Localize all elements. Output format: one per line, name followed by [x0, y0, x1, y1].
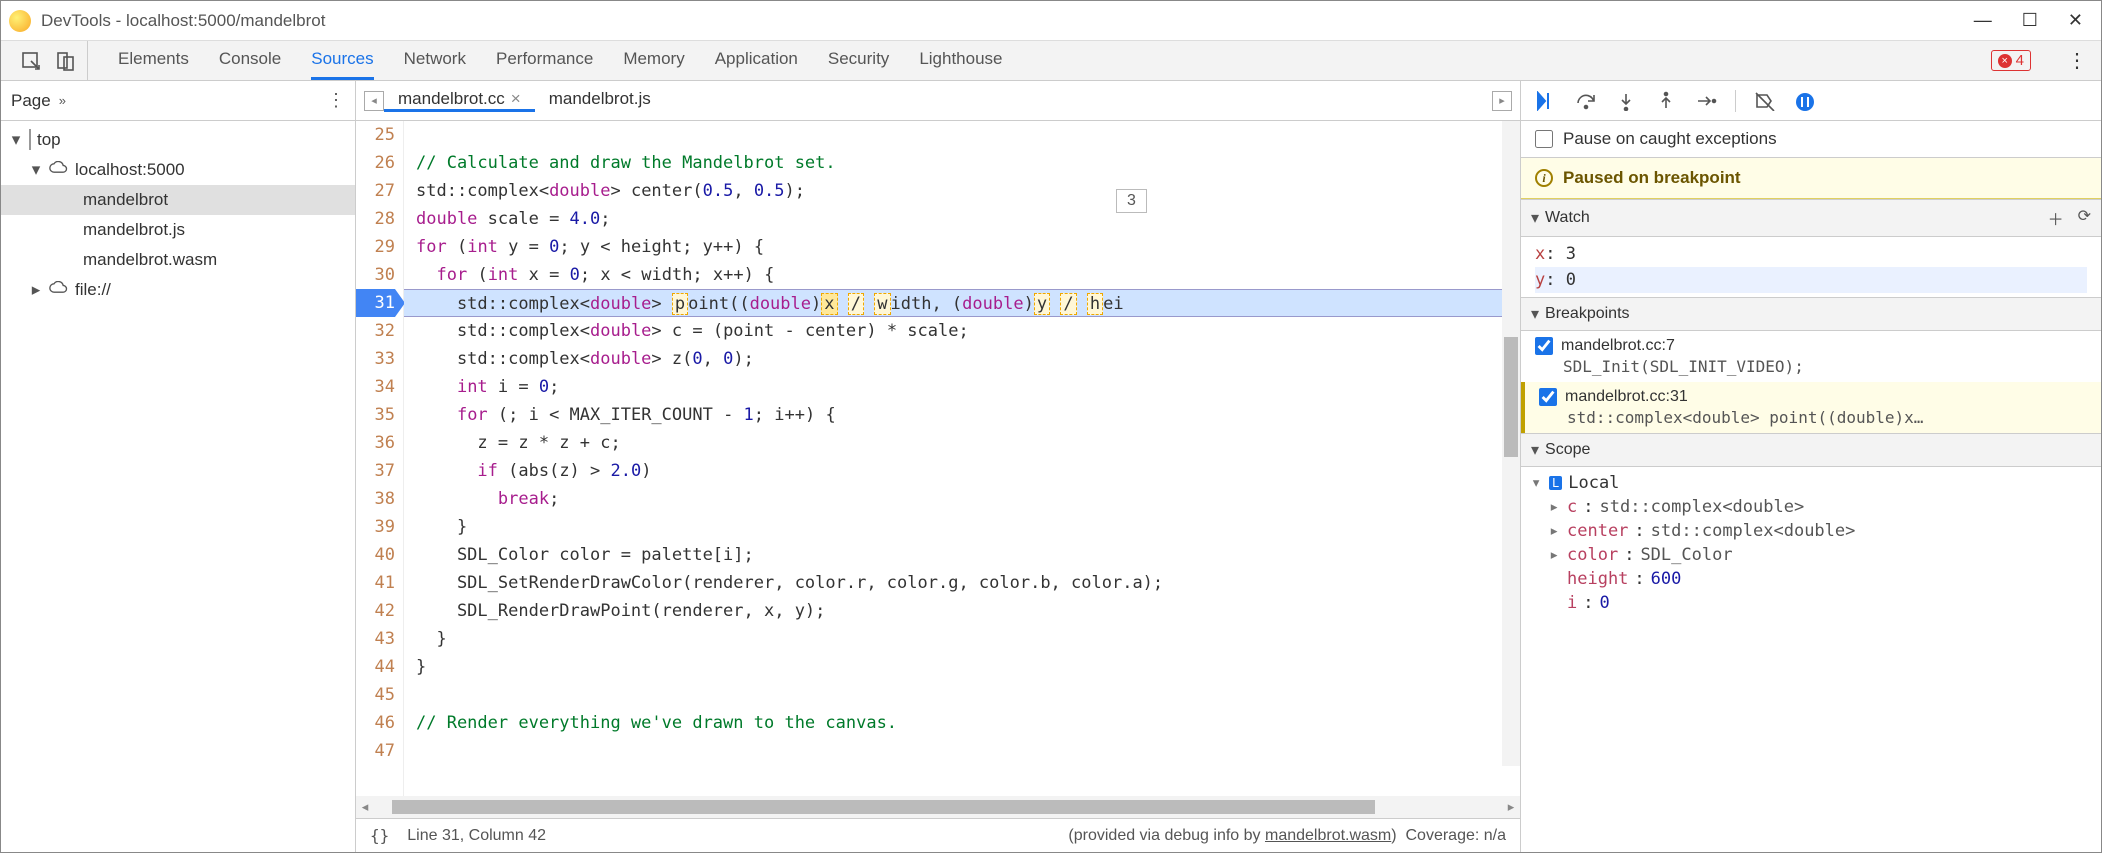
nav-back-icon[interactable]: ◂ [364, 91, 384, 111]
tab-elements[interactable]: Elements [118, 41, 189, 80]
close-window-button[interactable]: ✕ [2068, 10, 2083, 31]
watch-section[interactable]: ▾Watch ＋ ⟳ [1521, 199, 2101, 237]
info-icon: i [1535, 169, 1553, 187]
paused-banner: i Paused on breakpoint [1521, 158, 2101, 199]
scope-var[interactable]: ▸center: std::complex<double> [1531, 519, 2091, 543]
scope-var[interactable]: ▸c: std::complex<double> [1531, 495, 2091, 519]
watch-row[interactable]: y: 0 [1535, 267, 2087, 293]
step-icon[interactable] [1695, 91, 1717, 111]
pause-icon[interactable] [1794, 91, 1816, 111]
scope-section[interactable]: ▾Scope [1521, 433, 2101, 467]
scope-var[interactable]: i: 0 [1531, 591, 2091, 615]
maximize-button[interactable]: ☐ [2022, 10, 2038, 31]
scope-var[interactable]: ▸color: SDL_Color [1531, 543, 2091, 567]
scope-var[interactable]: height: 600 [1531, 567, 2091, 591]
cursor-position: Line 31, Column 42 [407, 827, 546, 845]
tree-origin[interactable]: ▾ localhost:5000 [1, 155, 355, 185]
tab-performance[interactable]: Performance [496, 41, 593, 80]
main-toolbar: Elements Console Sources Network Performance… [1, 41, 2101, 81]
debugger-panel: Pause on caught exceptions i Paused on b… [1521, 81, 2101, 852]
tree-file[interactable]: mandelbrot.wasm [1, 245, 355, 275]
file-tab[interactable]: mandelbrot.js [535, 89, 665, 109]
debug-info-link[interactable]: mandelbrot.wasm [1265, 827, 1391, 844]
breakpoint-item[interactable]: mandelbrot.cc:7SDL_Init(SDL_INIT_VIDEO); [1521, 331, 2101, 382]
step-into-icon[interactable] [1615, 91, 1637, 111]
hover-tooltip: 3 [1116, 189, 1147, 213]
error-icon: × [1998, 54, 2012, 68]
sidebar-label[interactable]: Page [11, 91, 51, 111]
code-content[interactable]: // Calculate and draw the Mandelbrot set… [404, 121, 1520, 796]
breakpoint-checkbox[interactable] [1535, 337, 1553, 355]
step-over-icon[interactable] [1575, 91, 1597, 111]
chevron-right-icon[interactable]: » [59, 93, 66, 108]
window-title: DevTools - localhost:5000/mandelbrot [41, 11, 325, 31]
kebab-icon[interactable]: ⋮ [2067, 48, 2087, 73]
tab-network[interactable]: Network [404, 41, 466, 80]
app-icon [9, 10, 31, 32]
kebab-icon[interactable]: ⋮ [327, 90, 345, 111]
error-badge[interactable]: × 4 [1991, 50, 2031, 71]
scope-group[interactable]: ▾L Local [1531, 471, 2091, 495]
file-tab[interactable]: mandelbrot.cc× [384, 89, 535, 112]
breakpoint-checkbox[interactable] [1539, 388, 1557, 406]
tab-application[interactable]: Application [715, 41, 798, 80]
nav-fwd-icon[interactable]: ▸ [1492, 91, 1512, 111]
refresh-watch-icon[interactable]: ⟳ [2078, 206, 2091, 230]
minimize-button[interactable]: — [1974, 10, 1992, 31]
breakpoint-item[interactable]: mandelbrot.cc:31std::complex<double> poi… [1521, 382, 2101, 433]
resume-icon[interactable] [1535, 91, 1557, 111]
breakpoints-section[interactable]: ▾Breakpoints [1521, 297, 2101, 331]
deactivate-bp-icon[interactable] [1754, 91, 1776, 111]
add-watch-icon[interactable]: ＋ [2048, 206, 2064, 230]
device-icon[interactable] [55, 51, 75, 71]
tree-top[interactable]: ▾ top [1, 125, 355, 155]
tab-sources[interactable]: Sources [311, 41, 373, 80]
tab-console[interactable]: Console [219, 41, 281, 80]
horizontal-scrollbar[interactable]: ◂▸ [356, 796, 1520, 818]
close-tab-icon[interactable]: × [511, 89, 521, 109]
tree-file[interactable]: mandelbrot.js [1, 215, 355, 245]
vertical-scrollbar[interactable] [1502, 121, 1520, 766]
line-gutter[interactable]: 2526272829303132333435363738394041424344… [356, 121, 404, 796]
page-sidebar: Page » ⋮ ▾ top ▾ localhost:5000 mandelbr… [1, 81, 356, 852]
coverage-label: Coverage: n/a [1405, 827, 1506, 844]
editor: ◂ mandelbrot.cc×mandelbrot.js ▸ 25262728… [356, 81, 1521, 852]
watch-row[interactable]: x: 3 [1535, 241, 2087, 267]
tree-file[interactable]: mandelbrot [1, 185, 355, 215]
pretty-print-icon[interactable]: {} [370, 826, 389, 845]
pause-exceptions-label: Pause on caught exceptions [1563, 129, 1777, 149]
tab-lighthouse[interactable]: Lighthouse [919, 41, 1002, 80]
tab-security[interactable]: Security [828, 41, 889, 80]
tree-file-scheme[interactable]: ▸ file:// [1, 275, 355, 305]
error-count: 4 [2016, 52, 2024, 69]
tab-memory[interactable]: Memory [623, 41, 684, 80]
titlebar: DevTools - localhost:5000/mandelbrot — ☐… [1, 1, 2101, 41]
step-out-icon[interactable] [1655, 91, 1677, 111]
editor-statusbar: {} Line 31, Column 42 (provided via debu… [356, 818, 1520, 852]
pause-exceptions-checkbox[interactable] [1535, 130, 1553, 148]
inspect-icon[interactable] [21, 51, 41, 71]
